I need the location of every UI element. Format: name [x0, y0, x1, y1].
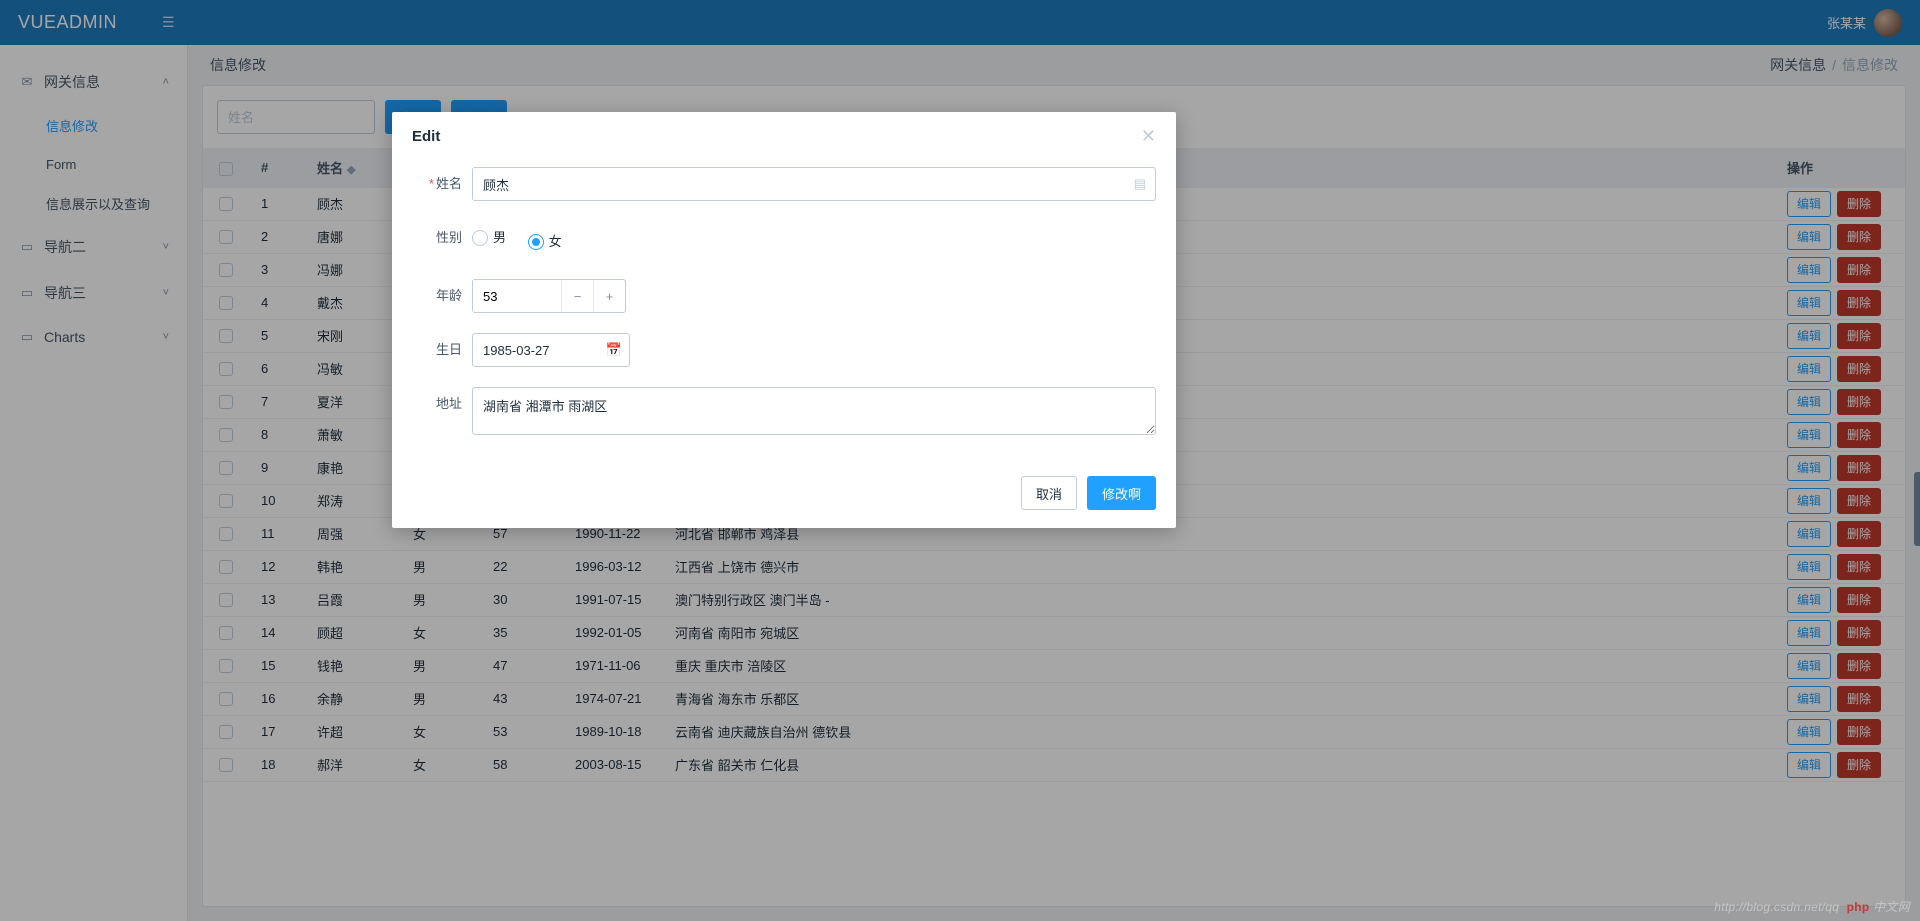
label-name: 姓名 — [436, 176, 462, 191]
age-stepper[interactable]: − + — [472, 279, 626, 313]
input-suffix-icon: ▤ — [1134, 176, 1146, 192]
calendar-icon[interactable]: 📅 — [606, 342, 622, 358]
side-handle[interactable] — [1914, 472, 1920, 546]
label-sex: 性别 — [412, 221, 472, 255]
radio-male[interactable]: 男 — [472, 221, 506, 255]
label-addr: 地址 — [412, 387, 472, 421]
label-bday: 生日 — [412, 333, 472, 367]
cancel-button[interactable]: 取消 — [1021, 476, 1077, 510]
label-age: 年龄 — [412, 279, 472, 313]
submit-button[interactable]: 修改啊 — [1087, 476, 1156, 510]
increment-button[interactable]: + — [593, 280, 625, 312]
edit-dialog: Edit ✕ *姓名 ▤ 性别 男 女 年龄 — [392, 112, 1176, 528]
age-input[interactable] — [473, 280, 561, 312]
addr-field[interactable]: 湖南省 湘潭市 雨湖区 — [472, 387, 1156, 435]
dialog-title: Edit — [412, 128, 440, 145]
close-icon[interactable]: ✕ — [1141, 126, 1156, 147]
radio-female[interactable]: 女 — [528, 225, 562, 259]
decrement-button[interactable]: − — [561, 280, 593, 312]
name-field[interactable] — [472, 167, 1156, 201]
